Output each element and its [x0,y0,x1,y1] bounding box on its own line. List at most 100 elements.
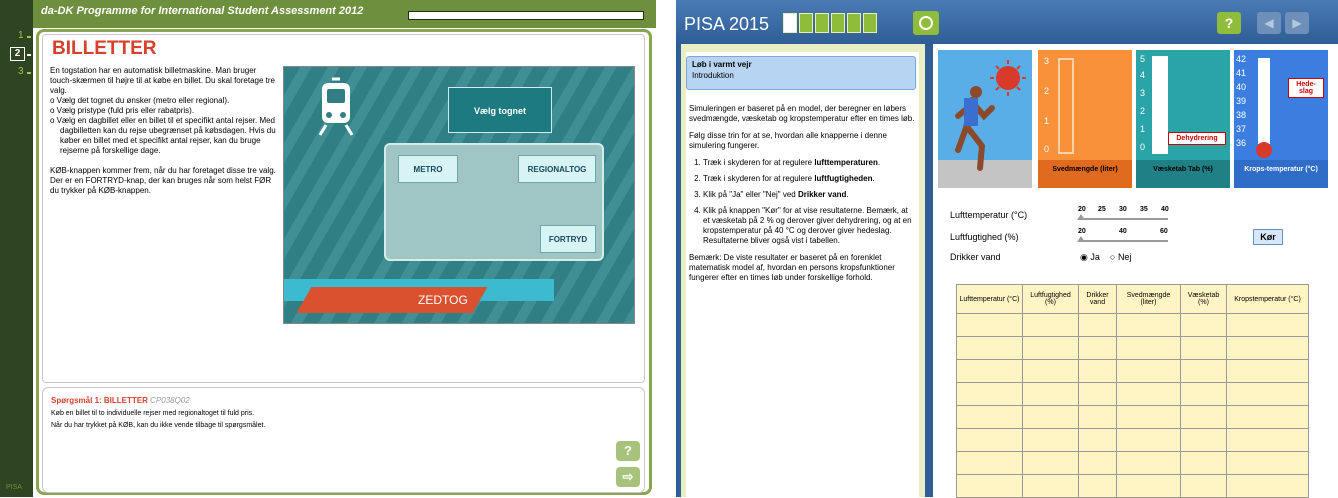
results-table: Lufttemperatur (°C) Luftfugtighed (%) Dr… [956,284,1309,498]
step-text: Klik på "Ja" eller "Nej" ved [703,190,798,199]
question-nav-1[interactable]: 1 [18,30,24,41]
table-cell [1226,451,1309,475]
table-cell [1226,474,1309,498]
run-button[interactable]: Kør [1253,229,1283,245]
simulation-graphics: 3 2 1 0 Svedmængde (liter) 5 4 3 2 1 0 D… [938,50,1332,188]
gauge-tick: 1 [1140,124,1146,134]
table-cell [1078,313,1117,337]
gauge-tick: 38 [1236,110,1247,120]
body-temperature-label: Krops-temperatur (°C) [1234,160,1328,188]
table-cell [1226,428,1309,452]
humidity-slider[interactable] [1080,240,1168,242]
table-cell [1116,451,1181,475]
table-cell [956,313,1023,337]
help-button[interactable]: ? [616,441,640,461]
table-cell [1022,313,1079,337]
gauge-tick: 4 [1140,70,1146,80]
step-bold: lufttemperaturen [814,158,878,167]
instructions-paragraph: Følg disse trin for at se, hvordan alle … [689,131,887,150]
zedtog-brand-text: ZEDTOG [418,293,468,307]
forward-arrow-icon[interactable]: ▶ [1285,12,1309,34]
table-cell [1078,336,1117,360]
step-item: o Vælg en dagbillet eller en billet til … [50,116,276,155]
table-cell [1116,382,1181,406]
sweat-cylinder [1058,58,1074,154]
timer-icon[interactable] [913,11,939,35]
table-cell [1116,359,1181,383]
train-icon [318,77,354,136]
app-title: PISA 2015 [684,14,770,34]
gauge-tick: 1 [1044,116,1050,126]
drink-yes-radio[interactable]: ◉ Ja [1080,252,1100,263]
pisa-2015-window: PISA 2015 ? ◀ ▶ Løb i varmt vejr Introdu… [676,0,1338,498]
gauge-tick: 2 [1044,86,1050,96]
instruction-step: Træk i skyderen for at regulere lufttemp… [703,158,915,168]
slider-tick: 40 [1161,206,1169,213]
question-text: Køb en billet til to individuelle rejser… [51,408,611,432]
slider-tick: 35 [1140,206,1148,213]
step-text: . [846,190,849,199]
progress-box [863,13,877,33]
table-cell [1022,451,1079,475]
table-cell [1078,382,1117,406]
table-row [956,382,1309,406]
table-cell [956,405,1023,429]
heatstroke-callout: Hede-slag [1288,78,1324,98]
progress-box [847,13,861,33]
gauge-tick: 3 [1044,56,1050,66]
slider-tick: 60 [1160,228,1168,235]
drink-no-radio[interactable]: ○ Nej [1110,252,1131,262]
nav-dash-active [27,54,31,56]
thermometer-bulb-icon [1256,142,1272,158]
step-text: . [872,174,875,183]
undo-button[interactable]: FORTRYD [540,225,596,253]
pisa-2012-window: 1 2 3 PISA da-DK Programme for Internati… [0,0,656,497]
question-line: Køb en billet til to individuelle rejser… [51,410,255,417]
question-nav-3[interactable]: 3 [18,66,24,77]
step-text: Klik på knappen "Kør" for at vise result… [703,206,912,245]
step-bold: luftfugtigheden [814,174,873,183]
table-cell [1078,405,1117,429]
air-temperature-slider[interactable] [1080,218,1168,220]
sweat-gauge-panel: 3 2 1 0 Svedmængde (liter) [1038,50,1132,188]
gauge-tick: 40 [1236,82,1247,92]
runner-icon [955,60,1026,171]
next-arrow-icon[interactable]: ⇨ [616,467,640,487]
progress-box [815,13,829,33]
table-row [956,336,1309,360]
drink-water-label: Drikker vand [950,252,1001,262]
help-button[interactable]: ? [1217,12,1241,34]
gauge-tick: 0 [1140,142,1146,152]
ticket-machine-simulation: Vælg tognet METRO REGIONALTOG FORTRYD ZE… [283,66,635,324]
fluid-loss-gauge-panel: 5 4 3 2 1 0 Dehydrering Væsketab Tab (%) [1136,50,1230,188]
table-cell [1078,451,1117,475]
regional-train-button[interactable]: REGIONALTOG [518,155,596,183]
air-temperature-slider-thumb[interactable] [1077,214,1085,220]
table-cell [1226,359,1309,383]
humidity-slider-thumb[interactable] [1077,236,1085,242]
unit-heading: BILLETTER [52,38,157,59]
table-cell [1180,336,1227,360]
model-note: Bemærk: De viste resultater er baseret p… [689,253,895,282]
question-nav-strip [0,0,33,497]
table-cell [1022,359,1079,383]
fluid-loss-tube [1152,56,1168,154]
slider-tick: 40 [1119,228,1127,235]
unit-tab[interactable]: Løb i varmt vejr Introduktion [686,56,916,90]
slider-tick: 20 [1078,206,1086,213]
table-cell [956,359,1023,383]
metro-button[interactable]: METRO [398,155,458,183]
back-arrow-icon[interactable]: ◀ [1257,12,1281,34]
instruction-step: Træk i skyderen for at regulere luftfugt… [703,174,915,184]
question-nav-2[interactable]: 2 [10,47,25,61]
air-temperature-label: Lufttemperatur (°C) [950,210,1028,220]
table-cell [1180,474,1227,498]
drink-yes-label: Ja [1090,252,1100,262]
table-cell [1022,382,1079,406]
thermometer-tube [1258,58,1270,144]
gauge-tick: 2 [1140,106,1146,116]
clock-face [919,16,933,30]
gauge-tick: 41 [1236,68,1247,78]
zedtog-brand: ZEDTOG [296,287,488,313]
progress-bar [408,11,644,20]
